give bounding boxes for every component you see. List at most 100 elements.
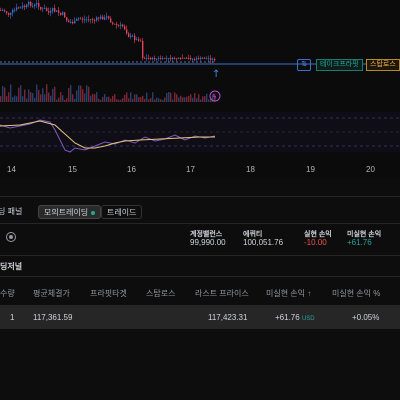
volume-bar xyxy=(162,99,164,102)
journal-title[interactable]: 딩저널 xyxy=(0,261,22,272)
candle-body xyxy=(140,40,142,42)
candle-body xyxy=(182,58,184,59)
col-qty[interactable]: 수량 xyxy=(0,288,15,299)
volume-bar xyxy=(22,96,24,102)
volume-bar xyxy=(20,85,22,102)
realized-pnl-value: -10.00 xyxy=(304,238,327,247)
volume-bar xyxy=(176,94,178,102)
volume-bar xyxy=(6,96,8,102)
panel-divider xyxy=(0,196,400,197)
candle-body xyxy=(126,29,128,34)
chart-area[interactable]: ↑ ϟ ⇅ 테이크프라핏 스탑로스 14 15 16 17 18 19 20 xyxy=(0,0,400,178)
volume-bar xyxy=(68,87,70,102)
volume-bar xyxy=(4,87,6,102)
tab-paper-trading[interactable]: 모의트레이딩 xyxy=(38,205,102,219)
volume-bar xyxy=(10,84,12,102)
candle-body xyxy=(68,20,70,23)
volume-bar xyxy=(184,97,186,102)
candle-body xyxy=(154,58,156,59)
volume-bar xyxy=(158,98,160,102)
trading-panel-tabs: 딩 패널 모의트레이딩 트레이드 xyxy=(0,205,400,221)
volume-bar xyxy=(114,94,116,102)
volume-bar xyxy=(2,85,4,102)
volume-bar xyxy=(46,84,48,102)
candle-body xyxy=(72,21,74,24)
volume-bar xyxy=(188,95,190,102)
candle-body xyxy=(100,16,102,19)
candle-body xyxy=(84,19,86,21)
candle-body xyxy=(204,58,206,59)
volume-bar xyxy=(208,99,210,102)
volume-bar xyxy=(206,93,208,102)
entry-arrow-icon: ↑ xyxy=(212,69,220,80)
volume-bar xyxy=(118,99,120,102)
volume-bar xyxy=(28,89,30,102)
volume-bar xyxy=(148,99,150,102)
volume-bar xyxy=(0,96,2,102)
volume-bar xyxy=(98,98,100,102)
volume-bar xyxy=(186,96,188,102)
candle-body xyxy=(60,12,62,15)
candle-body xyxy=(180,58,182,59)
cell-unrealized-pnl-value: +61.76 xyxy=(275,313,300,322)
candle-body xyxy=(14,9,16,11)
volume-bar xyxy=(36,84,38,102)
candle-body xyxy=(158,58,160,59)
volume-bar xyxy=(142,95,144,102)
volume-bar xyxy=(42,88,44,102)
volume-bar xyxy=(12,96,14,102)
volume-bar xyxy=(70,85,72,102)
candle-body xyxy=(160,58,162,59)
candle-body xyxy=(30,2,32,7)
volume-bar xyxy=(174,92,176,102)
settings-icon-center xyxy=(9,235,13,239)
volume-bar xyxy=(24,89,26,102)
candle-body xyxy=(0,10,2,11)
col-take-profit[interactable]: 프라핏타겟 xyxy=(90,288,127,299)
col-avg-price[interactable]: 평균체결가 xyxy=(33,288,70,299)
candle-body xyxy=(162,58,164,59)
candle-body xyxy=(176,58,178,60)
candle-body xyxy=(196,58,198,60)
stop-loss-tag[interactable]: 스탑로스 xyxy=(366,59,400,71)
candle-body xyxy=(122,24,124,27)
candle-body xyxy=(166,58,168,59)
candle-body xyxy=(194,59,196,60)
volume-bar xyxy=(128,98,130,102)
date-label-17: 17 xyxy=(186,165,195,174)
connected-dot-icon xyxy=(91,210,96,215)
candle-body xyxy=(128,33,130,37)
candle-body xyxy=(16,7,18,10)
col-unrealized-pnl-pct[interactable]: 미실현 손익 % xyxy=(332,288,380,299)
swap-icon[interactable]: ⇅ xyxy=(297,59,311,71)
volume-bar xyxy=(56,99,58,102)
col-last-price[interactable]: 라스트 프라이스 xyxy=(195,288,249,299)
col-stop-loss[interactable]: 스탑로스 xyxy=(146,288,175,299)
candle-body xyxy=(48,11,50,13)
price-chart[interactable]: ↑ ϟ xyxy=(0,0,400,178)
volume-bar xyxy=(180,95,182,102)
volume-bar xyxy=(54,86,56,102)
candle-body xyxy=(92,19,94,21)
candle-body xyxy=(118,25,120,26)
candle-body xyxy=(44,8,46,10)
tab-panel[interactable]: 딩 패널 xyxy=(0,205,27,219)
date-label-15: 15 xyxy=(68,165,77,174)
candle-body xyxy=(56,10,58,12)
table-row[interactable]: 1 117,361.59 117,423.31 +61.76 USD +0.05… xyxy=(0,305,400,329)
volume-bar xyxy=(82,89,84,102)
candle-body xyxy=(104,17,106,20)
candle-body xyxy=(2,10,4,12)
candle-body xyxy=(96,17,98,21)
take-profit-tag[interactable]: 테이크프라핏 xyxy=(316,59,363,71)
tab-trades[interactable]: 트레이드 xyxy=(101,205,143,219)
candle-body xyxy=(136,39,138,41)
candle-body xyxy=(50,10,52,13)
volume-bar xyxy=(166,93,168,102)
cell-last-price: 117,423.31 xyxy=(208,313,248,322)
candle-body xyxy=(78,18,80,20)
volume-bar xyxy=(52,88,54,102)
candle-body xyxy=(28,2,30,5)
col-unrealized-pnl[interactable]: 미실현 손익 ↑ xyxy=(266,288,311,299)
volume-bar xyxy=(8,92,10,102)
